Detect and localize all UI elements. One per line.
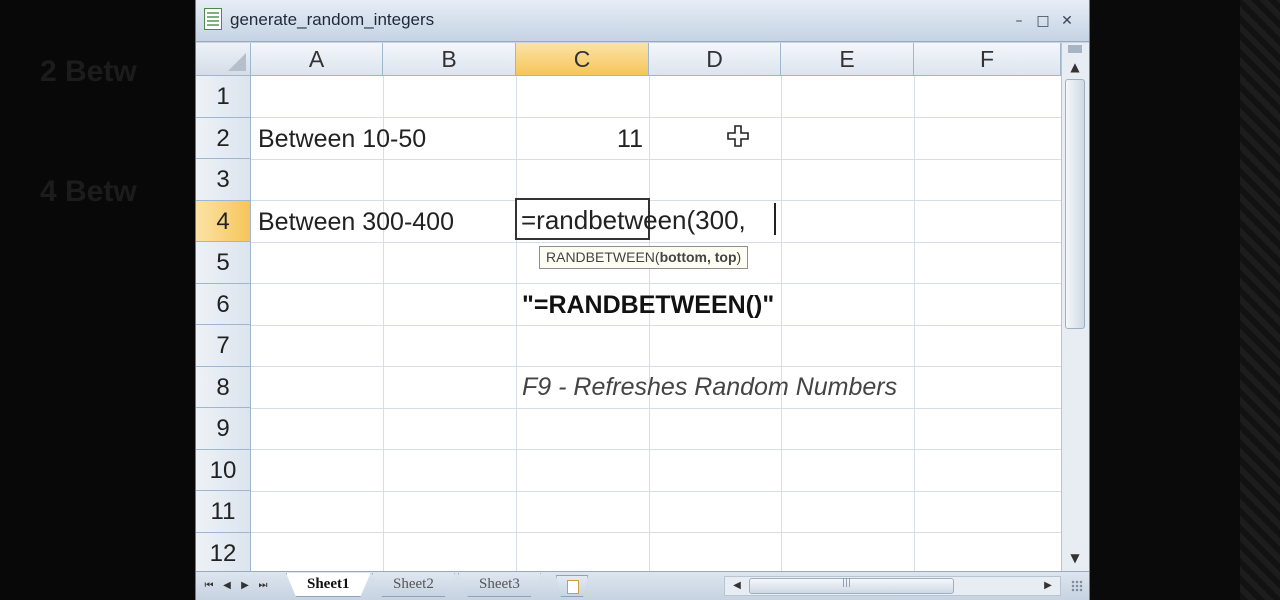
excel-window: generate_random_integers – □ ✕ A B C D E…	[195, 0, 1090, 600]
crosshair-cursor-icon	[727, 125, 749, 147]
scroll-up-icon[interactable]: ▲	[1064, 57, 1086, 77]
tooltip-close: )	[736, 249, 742, 265]
vertical-scrollbar[interactable]: ▲ ▼	[1061, 43, 1089, 571]
horizontal-scrollbar[interactable]: ◀ ▶	[724, 576, 1061, 596]
grid-line	[649, 76, 650, 571]
grid-line	[781, 76, 782, 571]
cell-c4-formula[interactable]: =randbetween(300,	[521, 205, 746, 236]
sheet-tab-sheet1[interactable]: Sheet1	[286, 573, 371, 597]
function-tooltip[interactable]: RANDBETWEEN(bottom, top)	[539, 246, 749, 269]
background-ghost-text: 2 Betw	[40, 55, 137, 88]
horizontal-scroll-thumb[interactable]	[749, 578, 954, 594]
sheet-tab-bar: ⏮ ◀ ▶ ⏭ Sheet1 Sheet2 Sheet3 ◀ ▶	[196, 571, 1089, 600]
grid-line	[251, 200, 1061, 201]
select-all-corner[interactable]	[196, 43, 251, 76]
column-header-a[interactable]: A	[251, 43, 383, 76]
grid-line	[251, 490, 1061, 492]
grid-line	[251, 241, 1061, 243]
column-header-e[interactable]: E	[781, 43, 914, 76]
row-header-12[interactable]: 12	[196, 532, 251, 571]
column-header-b[interactable]: B	[383, 43, 516, 76]
grid-line	[251, 449, 1061, 450]
minimize-icon[interactable]: –	[1010, 12, 1028, 30]
title-bar: generate_random_integers – □ ✕	[196, 0, 1089, 42]
spreadsheet-grid[interactable]: A B C D E F 1 2 3 4 5 6 7 8 9 10 11 12 B…	[196, 43, 1061, 571]
restore-icon[interactable]: □	[1034, 12, 1052, 30]
column-header-c[interactable]: C	[516, 43, 649, 76]
scroll-right-icon[interactable]: ▶	[1038, 577, 1058, 595]
grid-line	[251, 158, 1061, 160]
sheet-tab-sheet3[interactable]: Sheet3	[458, 573, 541, 597]
text-cursor	[774, 203, 776, 235]
grid-line	[251, 532, 1061, 533]
split-handle[interactable]	[1068, 45, 1082, 53]
row-header-11[interactable]: 11	[196, 491, 251, 533]
row-header-10[interactable]: 10	[196, 449, 251, 491]
right-letterbox	[1090, 0, 1280, 600]
document-title: generate_random_integers	[230, 10, 435, 29]
row-header-1[interactable]: 1	[196, 76, 251, 118]
sheet-tab-sheet2[interactable]: Sheet2	[372, 573, 455, 597]
tooltip-args: bottom, top	[659, 249, 737, 265]
excel-doc-icon[interactable]	[204, 8, 222, 30]
close-icon[interactable]: ✕	[1058, 12, 1076, 30]
cell-c6[interactable]: "=RANDBETWEEN()"	[522, 291, 774, 320]
cell-c8[interactable]: F9 - Refreshes Random Numbers	[522, 373, 897, 402]
row-header-5[interactable]: 5	[196, 242, 251, 284]
row-header-4[interactable]: 4	[196, 200, 251, 242]
scroll-down-icon[interactable]: ▼	[1064, 548, 1086, 568]
row-header-9[interactable]: 9	[196, 408, 251, 450]
grid-line	[914, 76, 915, 571]
cell-a4[interactable]: Between 300-400	[258, 208, 454, 237]
background-hatch	[1240, 0, 1280, 600]
row-header-7[interactable]: 7	[196, 325, 251, 367]
resize-grip-icon[interactable]	[1071, 580, 1083, 592]
row-header-8[interactable]: 8	[196, 366, 251, 408]
tooltip-function: RANDBETWEEN(	[546, 249, 660, 265]
grid-line	[251, 324, 1061, 326]
scroll-left-icon[interactable]: ◀	[727, 577, 747, 595]
next-sheet-icon[interactable]: ▶	[238, 578, 252, 594]
row-header-2[interactable]: 2	[196, 117, 251, 159]
prev-sheet-icon[interactable]: ◀	[220, 578, 234, 594]
cell-c2[interactable]: 11	[516, 125, 643, 154]
grid-line	[251, 117, 1061, 118]
insert-worksheet-icon[interactable]	[556, 575, 588, 597]
left-letterbox: 2 Betw 4 Betw	[0, 0, 195, 600]
background-ghost-text: 4 Betw	[40, 175, 137, 208]
column-header-d[interactable]: D	[649, 43, 781, 76]
grid-line	[251, 283, 1061, 284]
row-header-6[interactable]: 6	[196, 283, 251, 325]
column-header-f[interactable]: F	[914, 43, 1061, 76]
first-sheet-icon[interactable]: ⏮	[202, 578, 216, 594]
vertical-scroll-thumb[interactable]	[1065, 79, 1085, 329]
cell-a2[interactable]: Between 10-50	[258, 125, 426, 154]
grid-line	[251, 366, 1061, 367]
grid-line	[251, 407, 1061, 409]
last-sheet-icon[interactable]: ⏭	[256, 578, 270, 594]
row-header-3[interactable]: 3	[196, 159, 251, 201]
